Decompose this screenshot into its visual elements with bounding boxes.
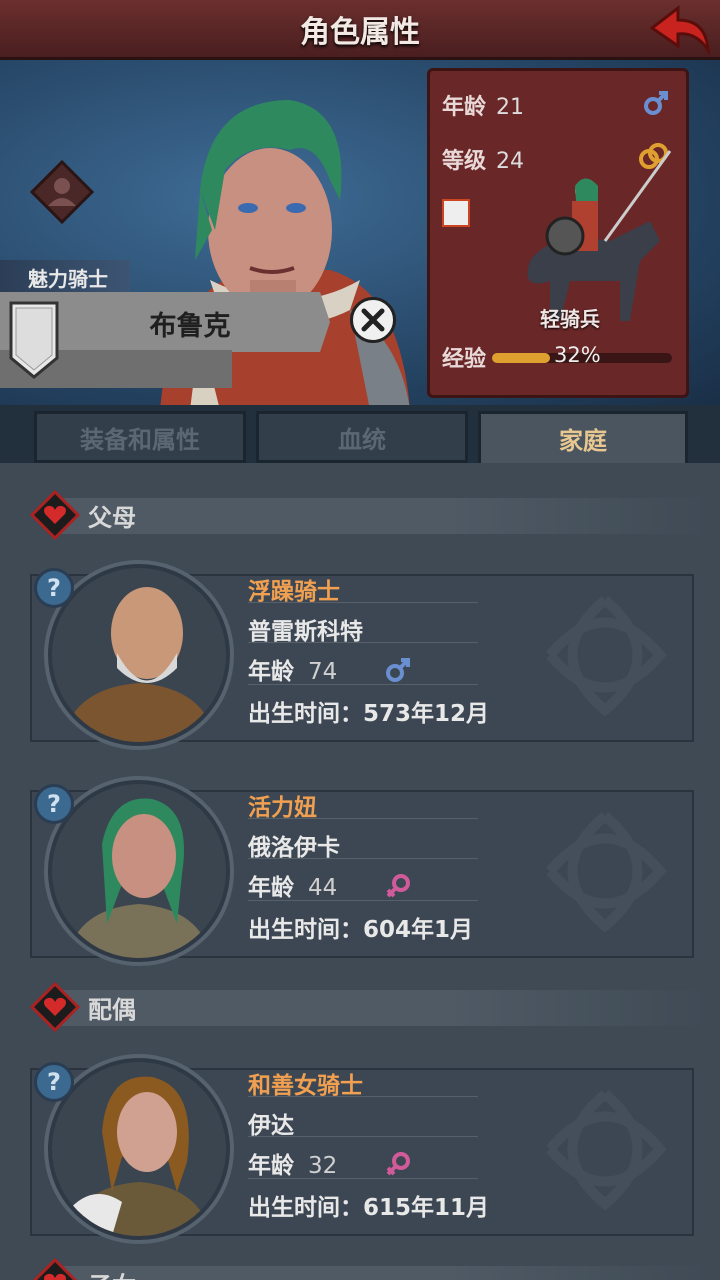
male-icon [644,91,668,115]
tab-equipment[interactable]: 装备和属性 [34,411,246,463]
member-age: 年龄 32 [248,1153,338,1179]
member-trait: 活力妞 [248,795,317,821]
exp-label: 经验 [442,347,487,372]
heart-icon [32,1258,78,1280]
top-bar: 角色属性 [0,0,720,60]
question-icon[interactable]: ? [34,784,74,824]
section-parents: 父母 [30,490,710,540]
age-value: 21 [496,95,525,120]
faction-emblem-icon [30,160,94,224]
member-age: 年龄 44 [248,875,338,901]
unit-type-label: 轻骑兵 [540,307,600,331]
tab-bloodline[interactable]: 血统 [256,411,468,463]
member-age: 年龄 74 [248,659,338,685]
member-birth: 出生时间：573年12月 [248,701,490,727]
question-icon[interactable]: ? [34,1062,74,1102]
dismiss-button[interactable] [350,297,396,343]
character-name[interactable]: 布鲁克 [110,304,270,343]
level-label: 等级 [442,149,487,174]
unit-info-panel: 年龄 21 等级 24 轻骑兵 经验 32% [427,68,689,398]
male-icon [386,658,410,682]
celtic-knot-icon [546,596,667,717]
exp-bar-fill [492,353,550,363]
member-portrait [52,1062,226,1236]
exp-percent: 32% [554,343,601,367]
hero-panel: 魅力骑士 布鲁克 年龄 21 等级 24 轻骑兵 经验 32% [0,60,720,405]
member-name: 俄洛伊卡 [248,835,340,861]
family-member-card[interactable]: ? 活力妞 俄洛伊卡 年龄 44 出生时间：604年1月 [30,776,694,976]
member-portrait [52,784,226,958]
tab-family[interactable]: 家庭 [478,411,688,463]
section-children: 子女 [30,1258,710,1280]
celtic-knot-icon [546,812,667,933]
celtic-knot-icon [546,1090,667,1211]
member-trait: 浮躁骑士 [248,579,340,605]
member-birth: 出生时间：615年11月 [248,1195,490,1221]
heart-icon [30,982,80,1032]
family-member-card[interactable]: ? 和善女骑士 伊达 年龄 32 出生时间：615年11月 [30,1054,694,1254]
heart-icon [30,490,80,540]
tab-bar: 装备和属性 血统 家庭 [0,405,720,463]
section-parents-label: 父母 [88,504,136,532]
character-title-tag: 魅力骑士 [0,260,130,292]
page-title: 角色属性 [300,14,420,50]
member-name: 伊达 [248,1113,294,1139]
close-icon [361,308,385,332]
section-spouse-label: 配偶 [88,996,136,1024]
question-icon[interactable]: ? [34,568,74,608]
member-portrait [52,568,226,742]
member-trait: 和善女骑士 [248,1073,363,1099]
family-member-card[interactable]: ? 浮躁骑士 普雷斯科特 年龄 74 出生时间：573年12月 [30,560,694,760]
section-spouse: 配偶 [30,982,710,1032]
age-row: 年龄 21 [442,89,524,121]
unit-class-badge-icon [442,199,470,227]
member-birth: 出生时间：604年1月 [248,917,474,943]
female-icon [386,1152,410,1176]
heraldry-shield-icon[interactable] [8,300,60,380]
female-icon [386,874,410,898]
section-children-label: 子女 [88,1266,136,1280]
member-name: 普雷斯科特 [248,619,363,645]
age-label: 年龄 [442,95,487,120]
back-arrow-icon[interactable] [648,4,712,56]
